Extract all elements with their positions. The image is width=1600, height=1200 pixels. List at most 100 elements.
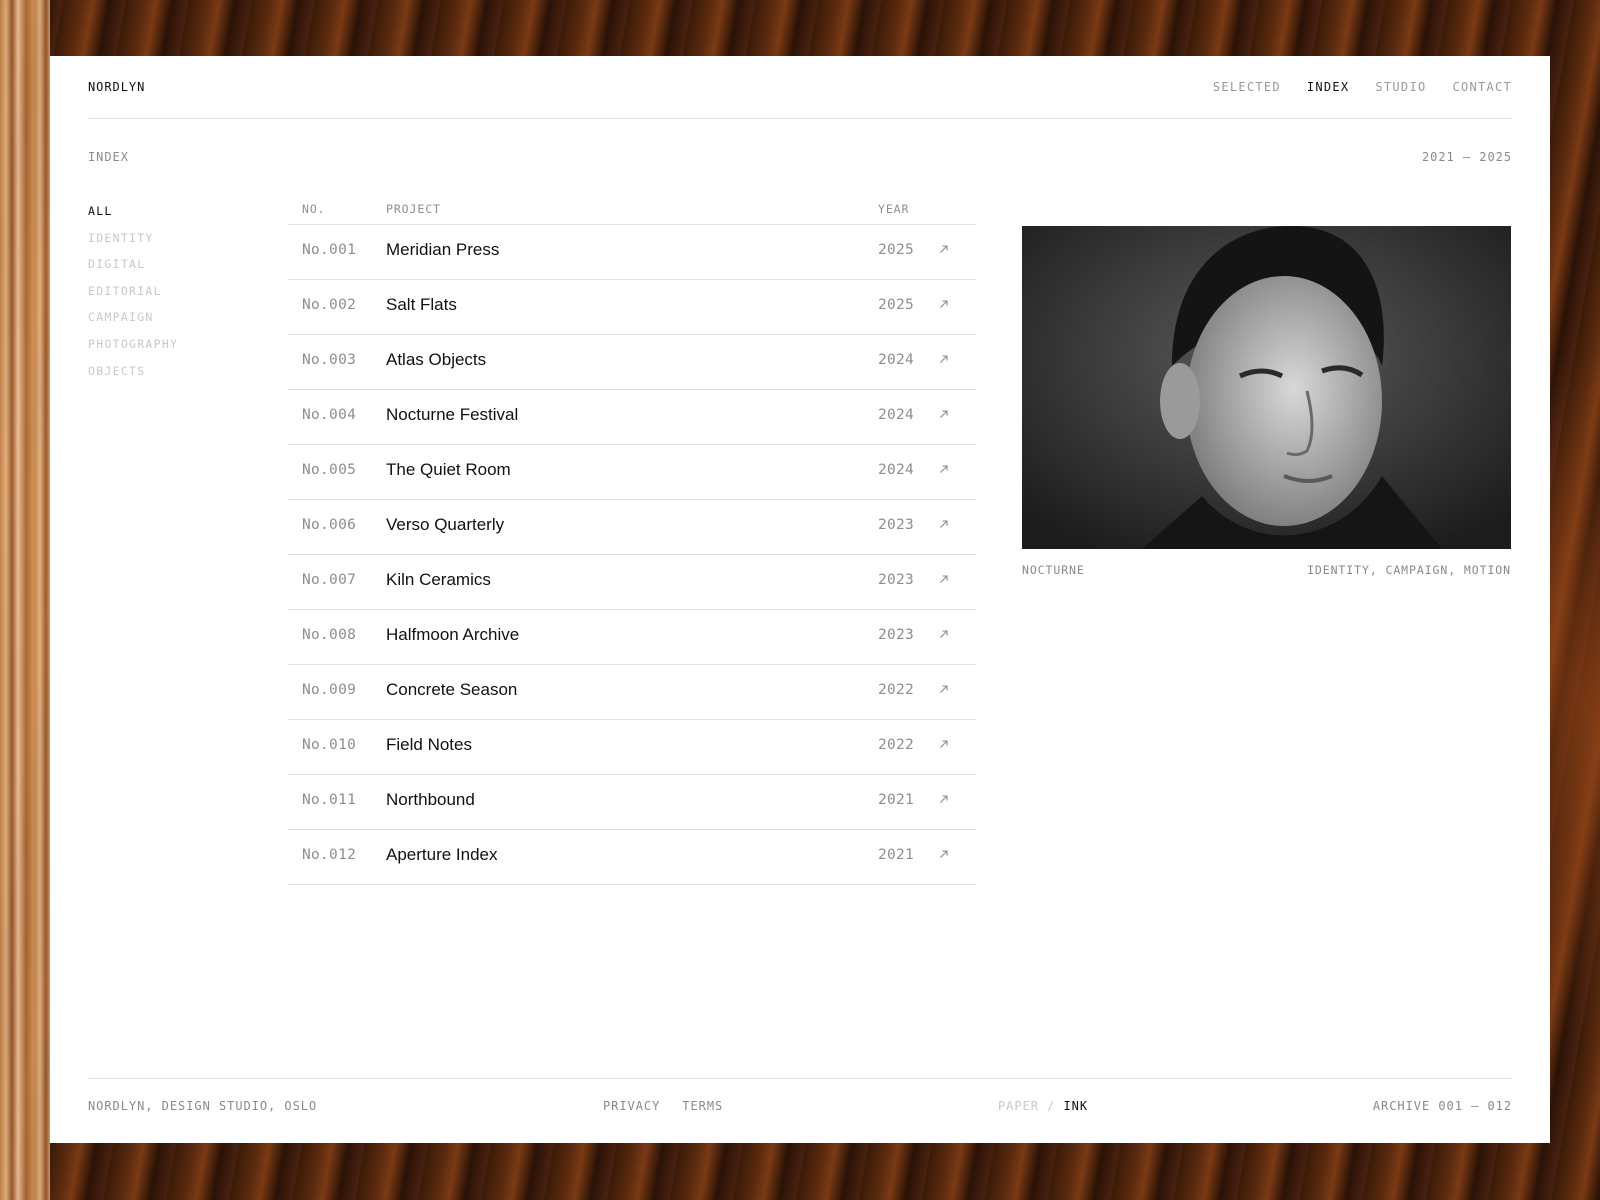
arrow-up-right-icon[interactable] [938, 463, 950, 475]
nav-selected[interactable]: SELECTED [1213, 80, 1281, 94]
project-number: No.012 [302, 847, 357, 863]
section-header: INDEX 2021 – 2025 [88, 150, 1512, 164]
column-header-project: PROJECT [386, 202, 441, 216]
filter-digital[interactable]: DIGITAL [88, 254, 178, 281]
nav-index[interactable]: INDEX [1307, 80, 1350, 94]
column-header-no: NO. [302, 202, 326, 216]
project-name[interactable]: Verso Quarterly [386, 515, 504, 535]
project-preview: NOCTURNE IDENTITY, CAMPAIGN, MOTION [1022, 226, 1511, 577]
footer: NORDLYN, DESIGN STUDIO, OSLO PRIVACY TER… [88, 1078, 1512, 1144]
table-row[interactable]: No.010 Field Notes 2022 [288, 720, 976, 775]
arrow-up-right-icon[interactable] [938, 738, 950, 750]
table-row[interactable]: No.002 Salt Flats 2025 [288, 280, 976, 335]
table-row[interactable]: No.004 Nocturne Festival 2024 [288, 390, 976, 445]
table-row[interactable]: No.006 Verso Quarterly 2023 [288, 500, 976, 555]
theme-paper-option[interactable]: PAPER [998, 1099, 1039, 1113]
preview-tags: IDENTITY, CAMPAIGN, MOTION [1307, 563, 1511, 577]
project-name[interactable]: Nocturne Festival [386, 405, 518, 425]
project-number: No.004 [302, 407, 357, 423]
project-year: 2024 [878, 462, 915, 478]
table-row[interactable]: No.001 Meridian Press 2025 [288, 225, 976, 280]
project-number: No.009 [302, 682, 357, 698]
table-row[interactable]: No.009 Concrete Season 2022 [288, 665, 976, 720]
project-table: NO. PROJECT YEAR No.001 Meridian Press 202… [288, 196, 976, 885]
arrow-up-right-icon[interactable] [938, 518, 950, 530]
table-row[interactable]: No.003 Atlas Objects 2024 [288, 335, 976, 390]
project-year: 2021 [878, 847, 915, 863]
column-header-year: YEAR [878, 202, 910, 216]
arrow-up-right-icon[interactable] [938, 573, 950, 585]
theme-switcher: PAPER / INK [998, 1099, 1088, 1113]
project-number: No.001 [302, 242, 357, 258]
table-body: No.001 Meridian Press 2025 No.002 Salt Flats… [288, 225, 976, 885]
footer-links: PRIVACY TERMS [603, 1099, 723, 1113]
project-year: 2023 [878, 517, 915, 533]
project-year: 2024 [878, 407, 915, 423]
arrow-up-right-icon[interactable] [938, 353, 950, 365]
project-year: 2023 [878, 572, 915, 588]
terms-link[interactable]: TERMS [682, 1099, 723, 1113]
arrow-up-right-icon[interactable] [938, 793, 950, 805]
project-number: No.003 [302, 352, 357, 368]
preview-caption: NOCTURNE IDENTITY, CAMPAIGN, MOTION [1022, 563, 1511, 577]
year-range: 2021 – 2025 [1421, 150, 1512, 164]
nav-contact[interactable]: CONTACT [1452, 80, 1512, 94]
project-number: No.005 [302, 462, 357, 478]
theme-separator: / [1047, 1099, 1056, 1113]
project-number: No.008 [302, 627, 357, 643]
project-number: No.011 [302, 792, 357, 808]
top-bar: NORDLYN SELECTED INDEX STUDIO CONTACT [88, 56, 1512, 119]
project-name[interactable]: Salt Flats [386, 295, 457, 315]
project-name[interactable]: Field Notes [386, 735, 472, 755]
arrow-up-right-icon[interactable] [938, 408, 950, 420]
preview-image[interactable] [1022, 226, 1511, 549]
category-filter-list: ALL IDENTITY DIGITAL EDITORIAL CAMPAIGN PHOTO… [88, 201, 178, 387]
page-title: INDEX [88, 150, 129, 164]
project-year: 2025 [878, 242, 915, 258]
filter-editorial[interactable]: EDITORIAL [88, 281, 178, 308]
project-year: 2024 [878, 352, 915, 368]
filter-campaign[interactable]: CAMPAIGN [88, 307, 178, 334]
footer-studio: NORDLYN, DESIGN STUDIO, OSLO [88, 1099, 318, 1113]
project-year: 2023 [878, 627, 915, 643]
table-header: NO. PROJECT YEAR [288, 196, 976, 225]
privacy-link[interactable]: PRIVACY [603, 1099, 660, 1113]
table-row[interactable]: No.012 Aperture Index 2021 [288, 830, 976, 885]
project-year: 2022 [878, 682, 915, 698]
project-number: No.006 [302, 517, 357, 533]
project-name[interactable]: Concrete Season [386, 680, 517, 700]
project-year: 2022 [878, 737, 915, 753]
project-name[interactable]: Aperture Index [386, 845, 498, 865]
background-texture [0, 0, 50, 1200]
table-row[interactable]: No.007 Kiln Ceramics 2023 [288, 555, 976, 610]
project-year: 2025 [878, 297, 915, 313]
portrait-photo-icon [1022, 226, 1511, 549]
nav-studio[interactable]: STUDIO [1375, 80, 1426, 94]
brand-logo[interactable]: NORDLYN [88, 80, 145, 94]
preview-name: NOCTURNE [1022, 563, 1085, 577]
project-name[interactable]: Kiln Ceramics [386, 570, 491, 590]
arrow-up-right-icon[interactable] [938, 298, 950, 310]
filter-identity[interactable]: IDENTITY [88, 228, 178, 255]
filter-objects[interactable]: OBJECTS [88, 361, 178, 388]
theme-ink-option[interactable]: INK [1064, 1099, 1089, 1113]
arrow-up-right-icon[interactable] [938, 848, 950, 860]
project-name[interactable]: Northbound [386, 790, 475, 810]
table-row[interactable]: No.008 Halfmoon Archive 2023 [288, 610, 976, 665]
project-name[interactable]: Halfmoon Archive [386, 625, 519, 645]
archive-range: ARCHIVE 001 – 012 [1372, 1099, 1512, 1113]
filter-photography[interactable]: PHOTOGRAPHY [88, 334, 178, 361]
project-number: No.007 [302, 572, 357, 588]
filter-all[interactable]: ALL [88, 201, 178, 228]
project-name[interactable]: Meridian Press [386, 240, 499, 260]
table-row[interactable]: No.011 Northbound 2021 [288, 775, 976, 830]
project-name[interactable]: The Quiet Room [386, 460, 511, 480]
project-name[interactable]: Atlas Objects [386, 350, 486, 370]
arrow-up-right-icon[interactable] [938, 683, 950, 695]
arrow-up-right-icon[interactable] [938, 628, 950, 640]
project-year: 2021 [878, 792, 915, 808]
main-nav: SELECTED INDEX STUDIO CONTACT [1213, 80, 1512, 94]
table-row[interactable]: No.005 The Quiet Room 2024 [288, 445, 976, 500]
arrow-up-right-icon[interactable] [938, 243, 950, 255]
project-number: No.010 [302, 737, 357, 753]
